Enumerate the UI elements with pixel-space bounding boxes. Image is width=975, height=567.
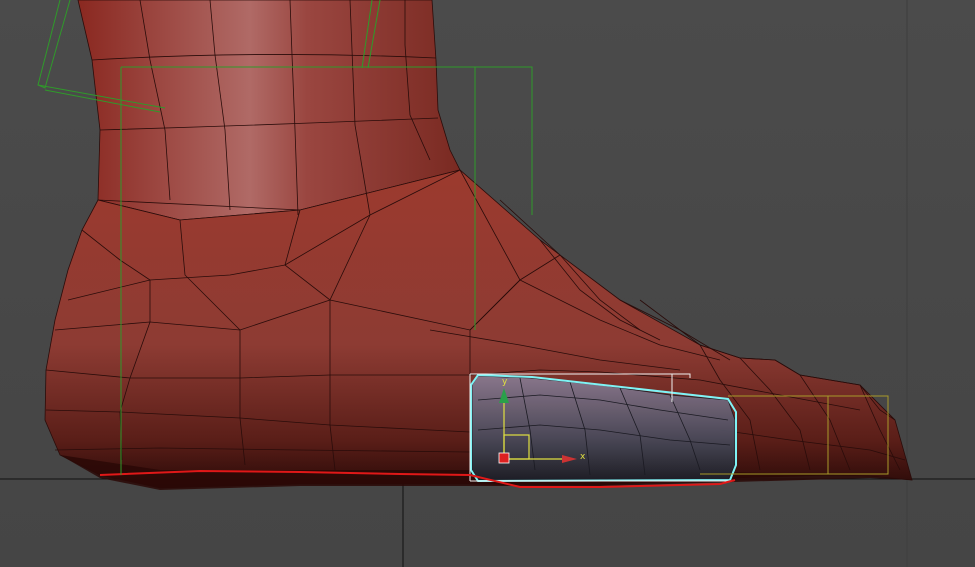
scene-canvas[interactable]: y x xyxy=(0,0,975,567)
3d-viewport[interactable]: y x xyxy=(0,0,975,567)
gizmo-y-label: y xyxy=(502,377,508,387)
gizmo-pivot[interactable] xyxy=(498,452,510,464)
gizmo-x-label: x xyxy=(580,452,586,462)
